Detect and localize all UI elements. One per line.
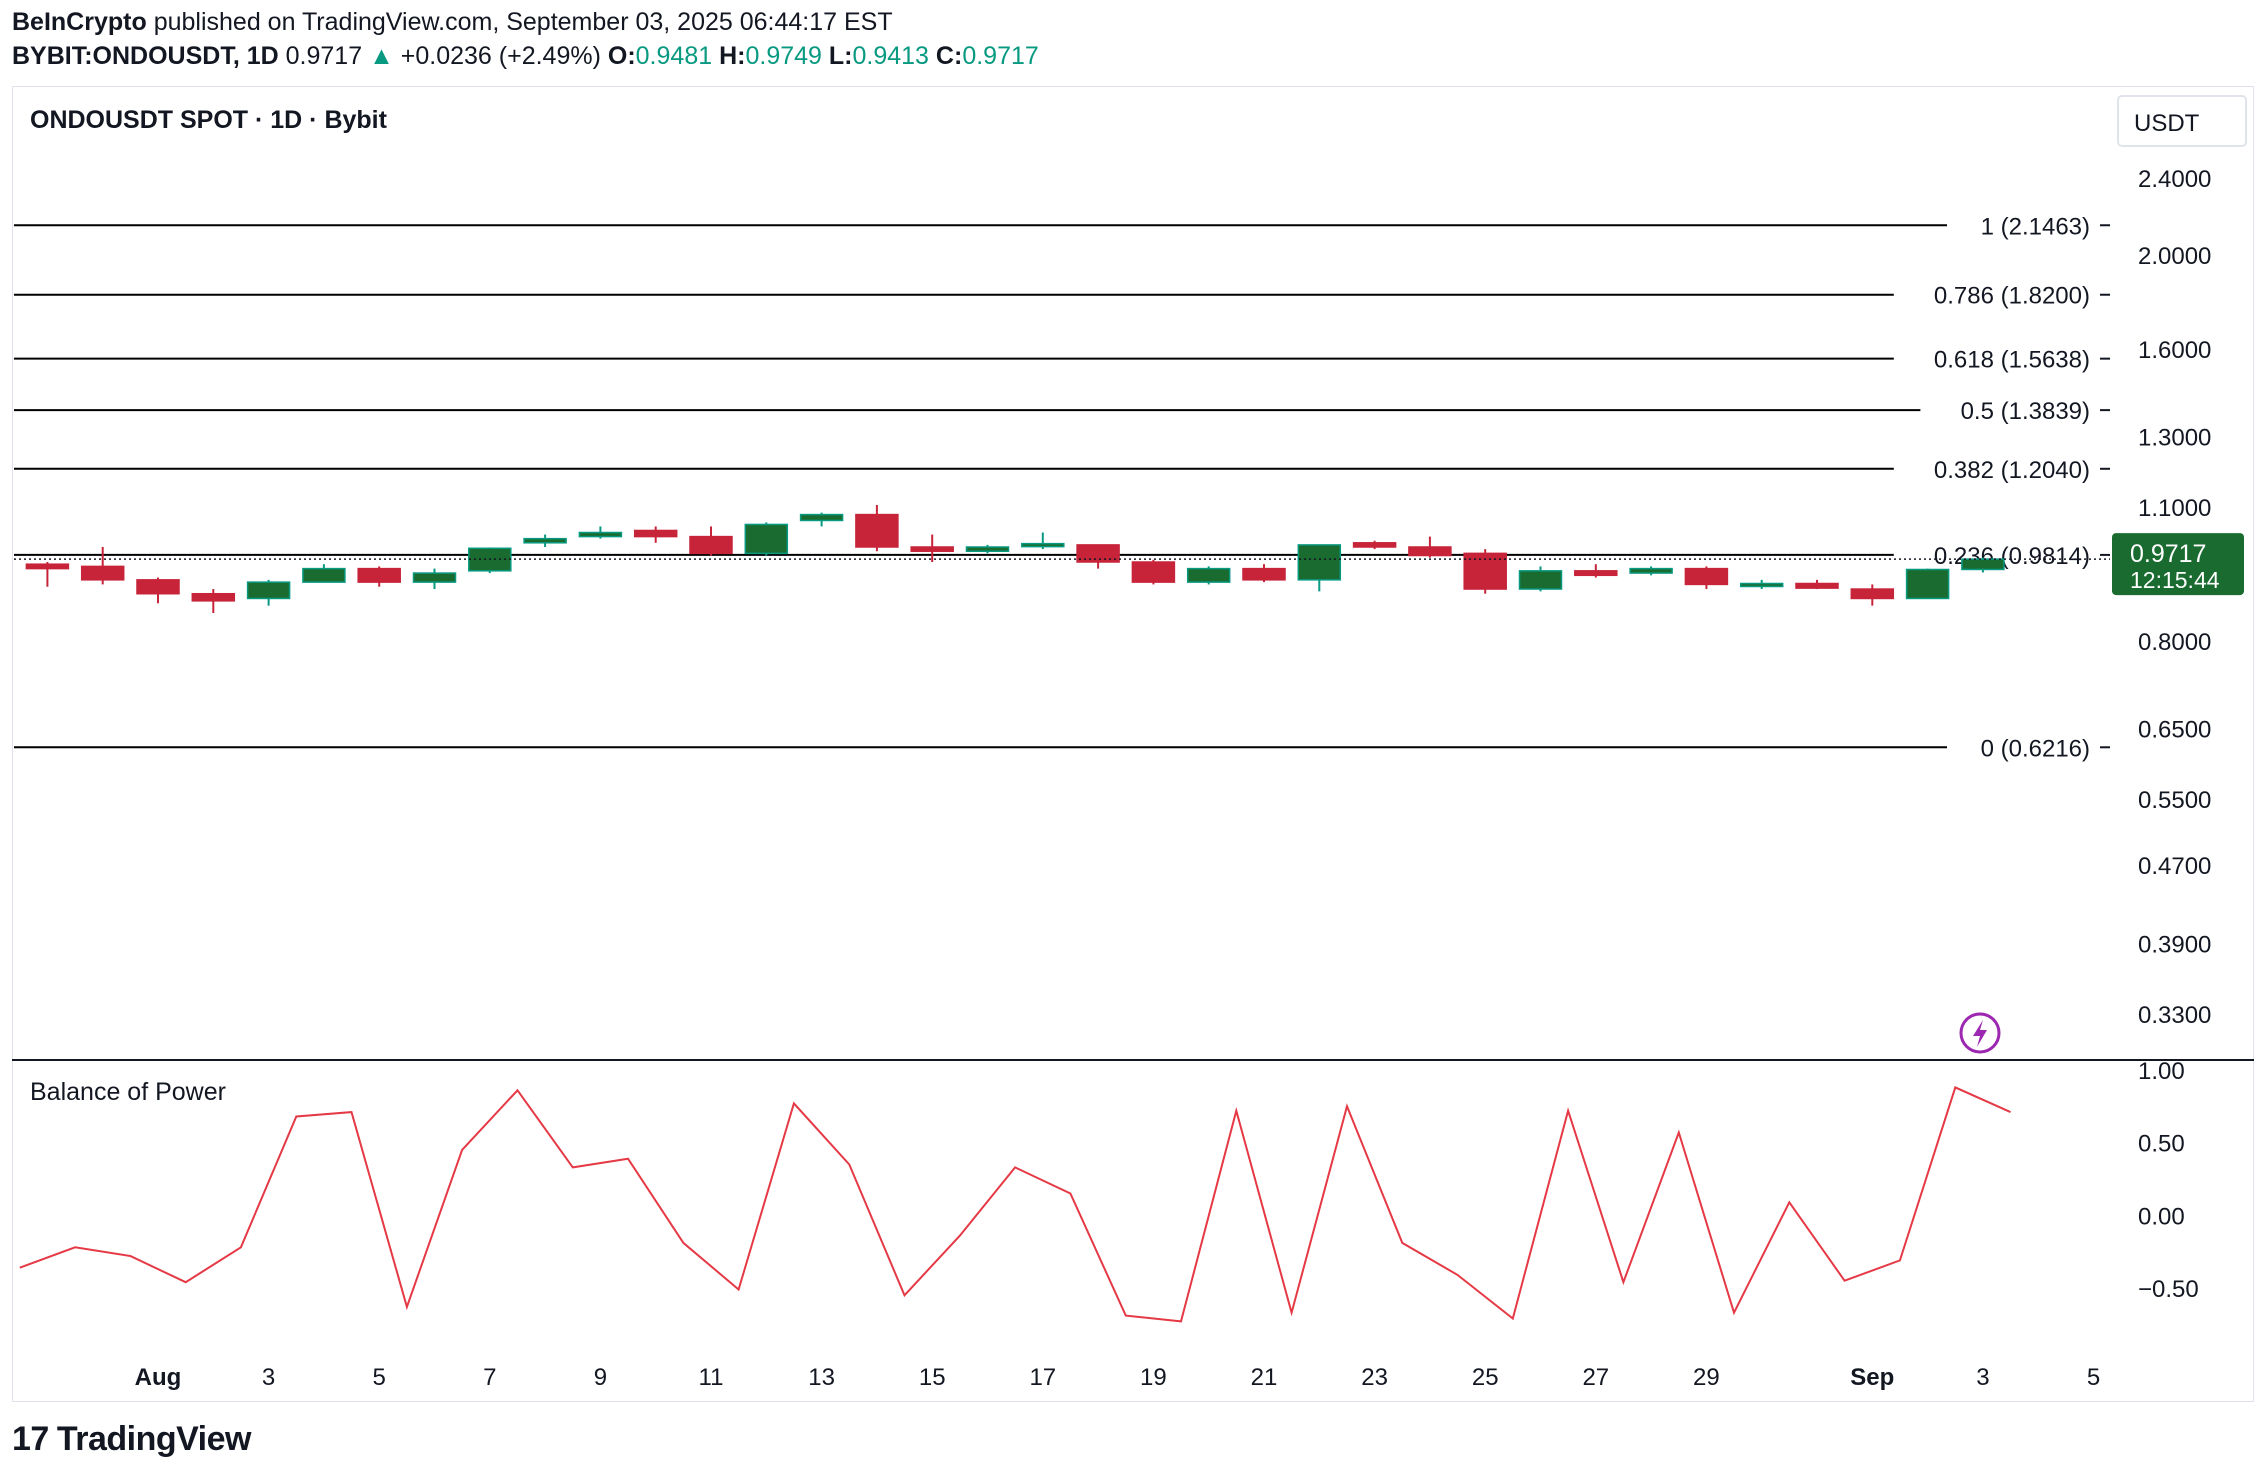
candle-body (80, 565, 125, 581)
price-axis-tick-label: 2.0000 (2138, 243, 2211, 270)
candle-body (1961, 558, 2005, 571)
price-axis-tick-label: 0.5500 (2138, 787, 2211, 814)
candle-body (1297, 544, 1342, 581)
currency-label[interactable]: USDT (2134, 110, 2200, 137)
bop-indicator-title[interactable]: Balance of Power (30, 1078, 226, 1106)
candle-body (1242, 567, 1286, 581)
time-axis-tick-label: 3 (262, 1364, 275, 1391)
bop-axis-tick-label: −0.50 (2138, 1276, 2199, 1303)
price-axis-tick-label: 0.8000 (2138, 629, 2211, 656)
fib-level-label: 0 (0.6216) (1981, 735, 2090, 762)
price-axis-tick-label: 1.3000 (2138, 424, 2211, 451)
price-axis-tick-label: 2.4000 (2138, 166, 2211, 193)
candle-body (246, 581, 291, 600)
candle-body (689, 535, 733, 555)
fib-level-label: 1 (2.1463) (1981, 213, 2090, 240)
fib-level-label: 0.236 (0.9814) (1934, 543, 2090, 570)
price-axis-tick-label: 0.3900 (2138, 932, 2211, 959)
time-axis-tick-label: 17 (1029, 1364, 1056, 1391)
candle-body (1739, 582, 1784, 588)
bop-series-line (19, 1086, 2011, 1323)
candle-body (357, 567, 401, 583)
candle-body (1684, 567, 1729, 586)
time-axis-tick-label: 23 (1361, 1364, 1388, 1391)
time-axis-tick-label: 21 (1251, 1364, 1278, 1391)
bop-axis-tick-label: 0.00 (2138, 1203, 2185, 1230)
time-axis-tick-label: 19 (1140, 1364, 1167, 1391)
time-axis-tick-label: 5 (373, 1364, 386, 1391)
candle-body (1518, 570, 1563, 590)
price-axis-tick-label: 0.6500 (2138, 716, 2211, 743)
fib-level-label: 0.786 (1.8200) (1934, 283, 2090, 310)
tradingview-logo-text: TradingView (56, 1420, 252, 1458)
candle-body (1186, 567, 1231, 583)
time-axis-tick-label: 7 (483, 1364, 496, 1391)
candle-body (578, 531, 623, 538)
fib-level-label: 0.382 (1.2040) (1934, 457, 2090, 484)
price-axis-tick-label: 0.3300 (2138, 1002, 2211, 1029)
candle-body (1905, 568, 1950, 600)
price-axis-tick-label: 0.4700 (2138, 853, 2211, 880)
candle-body (633, 529, 678, 538)
time-axis-tick-label: 11 (699, 1364, 724, 1391)
candle-body (1076, 544, 1120, 563)
time-axis-tick-label: 27 (1582, 1364, 1609, 1391)
time-axis-tick-label: 13 (808, 1364, 835, 1391)
price-axis-tick-label: 1.1000 (2138, 495, 2211, 522)
candle-body (1629, 567, 1673, 574)
price-axis-tick-label: 1.6000 (2138, 337, 2211, 364)
time-axis-tick-label: Aug (135, 1364, 182, 1391)
candle-body (1574, 570, 1618, 577)
lightning-icon[interactable] (1959, 1012, 2001, 1054)
countdown-timer: 12:15:44 (2130, 567, 2220, 593)
candle-body (136, 579, 180, 595)
chart-canvas[interactable]: 1 (2.1463) 0.786 (1.8200) 0.618 (1.5638) 0.… (0, 0, 2266, 1476)
bop-axis-tick-label: 1.00 (2138, 1058, 2185, 1085)
pane-title: ONDOUSDT SPOT · 1D · Bybit (30, 106, 388, 134)
time-axis-tick-label: 5 (2087, 1364, 2100, 1391)
candle-body (412, 572, 457, 583)
time-axis-tick-label: 9 (594, 1364, 607, 1391)
time-axis-tick-label: 15 (919, 1364, 946, 1391)
candle-body (1021, 542, 1065, 548)
tradingview-logo-icon: 17 (12, 1420, 49, 1458)
candle-body (523, 537, 567, 544)
candle-body (191, 592, 236, 602)
candle-body (25, 563, 70, 570)
time-axis-tick-label: 25 (1472, 1364, 1499, 1391)
time-axis-tick-label: 3 (1976, 1364, 1989, 1391)
candle-body (1795, 582, 1839, 589)
candle-body (1850, 588, 1895, 600)
candle-body (1131, 561, 1176, 583)
bop-axis-tick-label: 0.50 (2138, 1131, 2185, 1158)
candle-body (744, 523, 789, 555)
candle-body (965, 546, 1010, 552)
fib-level-label: 0.5 (1.3839) (1961, 398, 2090, 425)
candle-body (855, 513, 899, 548)
tradingview-logo[interactable]: 17 TradingView (12, 1420, 251, 1459)
candle-body (799, 513, 844, 522)
candle-body (910, 546, 954, 552)
fib-level-label: 0.618 (1.5638) (1934, 347, 2090, 374)
current-price-value: 0.9717 (2130, 540, 2206, 568)
time-axis-tick-label: 29 (1693, 1364, 1720, 1391)
time-axis-tick-label: Sep (1850, 1364, 1894, 1391)
candle-body (1352, 542, 1397, 548)
candle-body (302, 567, 346, 583)
candle-body (1408, 546, 1452, 557)
